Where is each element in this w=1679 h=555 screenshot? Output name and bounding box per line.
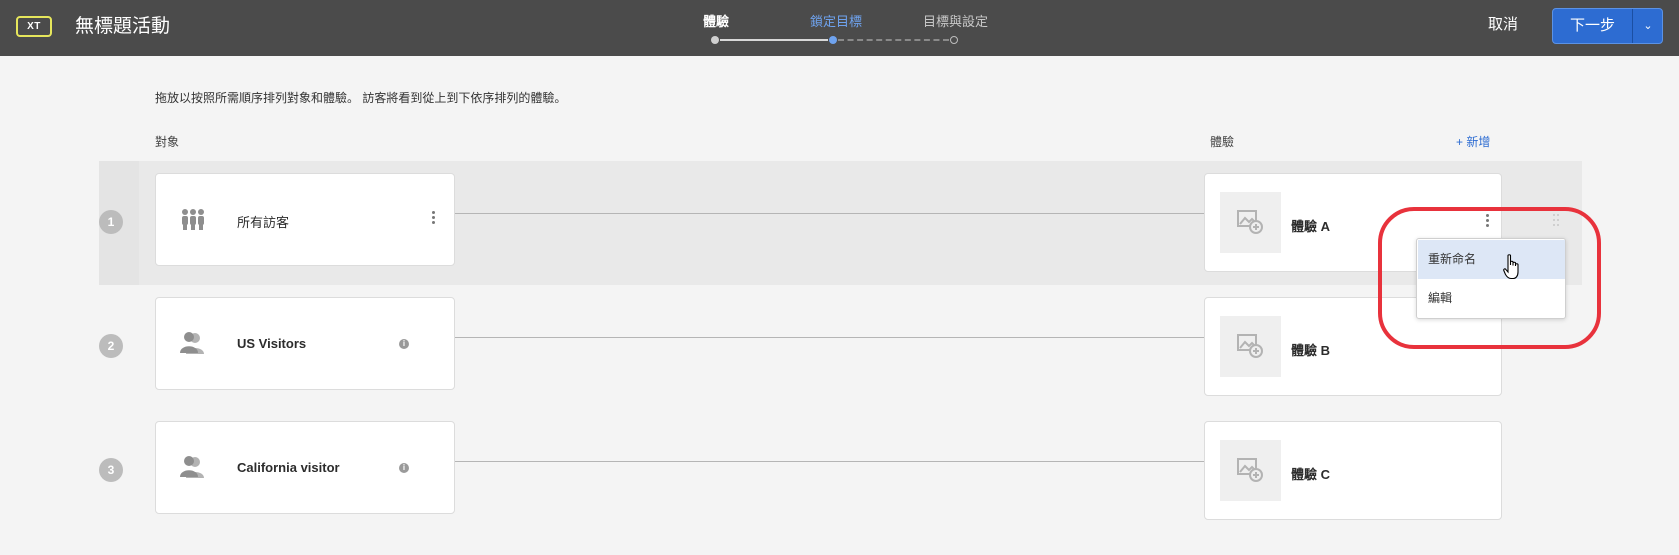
experience-name: 體驗 B — [1291, 343, 1331, 358]
audience-name: 所有訪客 — [237, 215, 290, 230]
audience-card[interactable]: California visitor i — [155, 421, 455, 514]
top-bar: XT 無標題活動 體驗 鎖定目標 目標與設定 取消 下一步 ⌄ — [0, 0, 1679, 56]
step-dot-todo — [950, 36, 958, 44]
row-connector — [454, 213, 1204, 214]
more-options-icon[interactable] — [426, 211, 440, 229]
row-connector — [454, 337, 1204, 338]
experience-column-header: 體驗 — [1210, 135, 1235, 149]
step-goals-settings[interactable]: 目標與設定 — [923, 14, 988, 30]
step-dot-active — [829, 36, 837, 44]
row-number: 3 — [99, 458, 123, 482]
experience-name: 體驗 A — [1291, 219, 1331, 234]
add-image-icon[interactable] — [1220, 192, 1281, 253]
audience-icon — [180, 456, 206, 478]
add-image-icon[interactable] — [1220, 316, 1281, 377]
experience-card[interactable]: 體驗 C — [1204, 421, 1502, 520]
instruction-text: 拖放以按照所需順序排列對象和體驗。 訪客將看到從上到下依序排列的體驗。 — [155, 91, 567, 105]
info-icon[interactable]: i — [399, 339, 409, 349]
audience-name: US Visitors — [237, 336, 307, 351]
step-progress-line — [720, 39, 828, 41]
info-icon[interactable]: i — [399, 463, 409, 473]
audience-card[interactable]: US Visitors i — [155, 297, 455, 390]
next-button-group: 下一步 ⌄ — [1552, 8, 1663, 44]
activity-title[interactable]: 無標題活動 — [75, 14, 170, 40]
activity-type-badge: XT — [16, 16, 52, 37]
next-button[interactable]: 下一步 — [1553, 9, 1632, 43]
cancel-button[interactable]: 取消 — [1488, 14, 1518, 36]
annotation-callout — [1378, 207, 1601, 349]
audience-name: California visitor — [237, 460, 340, 475]
workflow-stepper: 體驗 鎖定目標 目標與設定 — [690, 0, 1010, 56]
audience-card[interactable]: 所有訪客 — [155, 173, 455, 266]
chevron-down-icon[interactable]: ⌄ — [1633, 9, 1662, 43]
step-dot-done — [711, 36, 719, 44]
hand-cursor-icon — [1503, 254, 1521, 285]
row-number: 2 — [99, 334, 123, 358]
step-pending-line — [838, 39, 949, 41]
all-visitors-icon — [180, 208, 206, 230]
audience-column-header: 對象 — [155, 135, 180, 149]
add-image-icon[interactable] — [1220, 440, 1281, 501]
experience-name: 體驗 C — [1291, 467, 1331, 482]
row-connector — [454, 461, 1204, 462]
step-experiences[interactable]: 體驗 — [703, 14, 729, 30]
step-targeting[interactable]: 鎖定目標 — [810, 14, 862, 30]
row-number: 1 — [99, 210, 123, 234]
add-experience-button[interactable]: + 新增 — [1456, 133, 1490, 150]
audience-icon — [180, 332, 206, 354]
